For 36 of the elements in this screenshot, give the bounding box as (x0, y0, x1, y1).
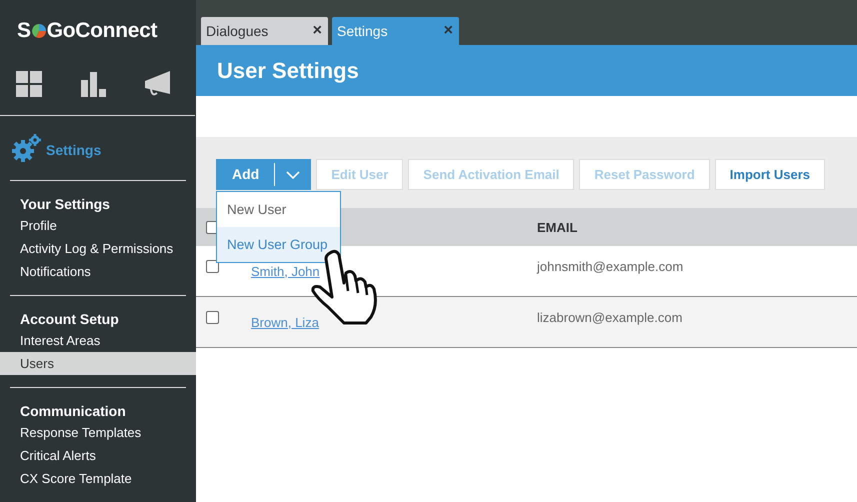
sidebar-item[interactable]: CX Score Template (0, 467, 196, 490)
caret-icon[interactable] (286, 170, 300, 178)
menu-item[interactable]: New User (217, 192, 340, 227)
user-link[interactable]: Brown, Liza (251, 314, 319, 330)
current-section: Settings (46, 142, 102, 158)
menu-item[interactable]: New User Group (217, 227, 340, 262)
sidebar-item[interactable]: Response Templates (0, 421, 196, 444)
column-header: EMAIL (537, 220, 578, 234)
sidebar-item[interactable]: Interest Areas (0, 329, 196, 352)
logo-text: GoConnect (46, 19, 158, 43)
sidebar-item[interactable]: Notifications (0, 260, 196, 283)
page-title: User Settings (217, 58, 359, 84)
sidebar-item[interactable]: Profile (0, 214, 196, 237)
logo-text: S (17, 19, 31, 43)
checkbox[interactable] (206, 260, 219, 272)
pie-icon (32, 24, 46, 38)
close-icon[interactable]: × (312, 22, 322, 40)
checkbox[interactable] (206, 310, 219, 324)
sidebar-item[interactable]: Activity Log & Permissions (0, 237, 196, 260)
section-heading: Your Settings (19, 195, 111, 214)
tab[interactable]: Dialogues × (201, 17, 328, 45)
toolbar-button[interactable]: Import Users (714, 159, 825, 190)
section-heading: Account Setup (19, 310, 120, 329)
megaphone-icon[interactable] (145, 71, 171, 97)
sidebar-item[interactable]: Users (0, 352, 196, 375)
gears-icon (12, 134, 42, 162)
dashboard-icon[interactable] (16, 71, 42, 97)
sidebar-item[interactable]: Critical Alerts (0, 444, 196, 467)
bar-chart-icon[interactable] (80, 72, 106, 97)
table-cell: lizabrown@example.com (537, 310, 682, 324)
tab[interactable]: Settings × (332, 17, 459, 45)
table-cell: johnsmith@example.com (537, 258, 684, 274)
close-icon[interactable]: × (444, 22, 453, 40)
add-button[interactable]: Add (216, 159, 312, 190)
user-link[interactable]: Smith, John (251, 264, 320, 278)
section-heading: Communication (19, 402, 127, 421)
